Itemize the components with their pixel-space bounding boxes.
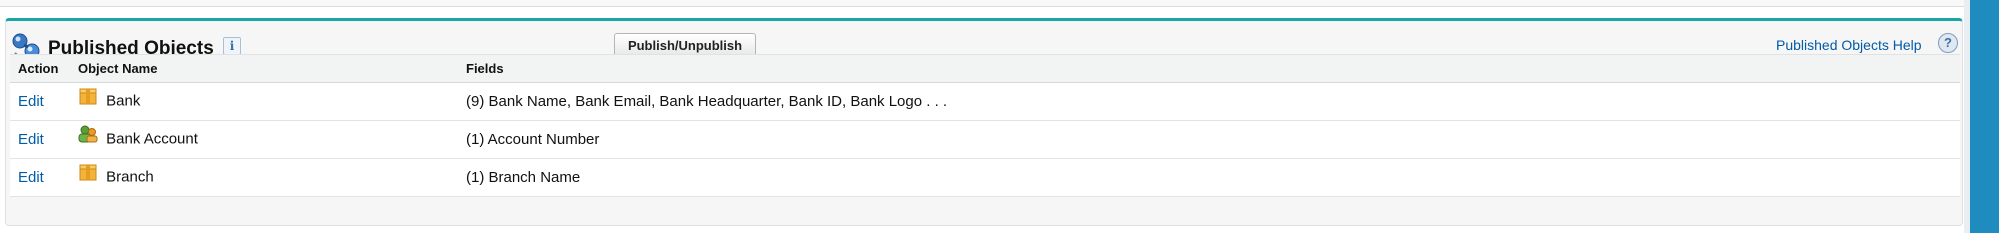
edit-link[interactable]: Edit	[18, 131, 44, 148]
object-name: Bank	[106, 93, 141, 111]
edit-link[interactable]: Edit	[18, 169, 44, 186]
table-row: Edit Bank (9) Bank Name, Bank Email, Ban…	[10, 82, 1960, 121]
box-icon	[79, 164, 97, 181]
table-row: Edit Bank Account (1) Account Number	[10, 120, 1960, 159]
object-fields: (1) Branch Name	[458, 158, 1960, 197]
column-header-object-name: Object Name	[70, 54, 458, 83]
published-objects-help-link[interactable]: Published Objects Help	[1776, 37, 1922, 53]
info-icon[interactable]: i	[223, 37, 241, 55]
object-fields: (1) Account Number	[458, 120, 1960, 159]
table-row: Edit Branch (1) Branch Name	[10, 158, 1960, 197]
column-header-action: Action	[10, 54, 70, 83]
top-edge-strip	[0, 0, 1968, 7]
object-name: Bank Account	[106, 131, 198, 149]
column-header-fields: Fields	[458, 54, 1960, 83]
help-icon[interactable]: ?	[1938, 33, 1958, 53]
right-sidebar-edge	[1970, 0, 1999, 233]
published-objects-table: Action Object Name Fields Edit Bank (9) …	[10, 54, 1960, 197]
object-fields: (9) Bank Name, Bank Email, Bank Headquar…	[458, 82, 1960, 121]
edit-link[interactable]: Edit	[18, 93, 44, 110]
box-icon	[79, 88, 97, 105]
table-header-row: Action Object Name Fields	[10, 54, 1960, 83]
object-name: Branch	[106, 169, 154, 187]
people-icon	[78, 125, 98, 143]
